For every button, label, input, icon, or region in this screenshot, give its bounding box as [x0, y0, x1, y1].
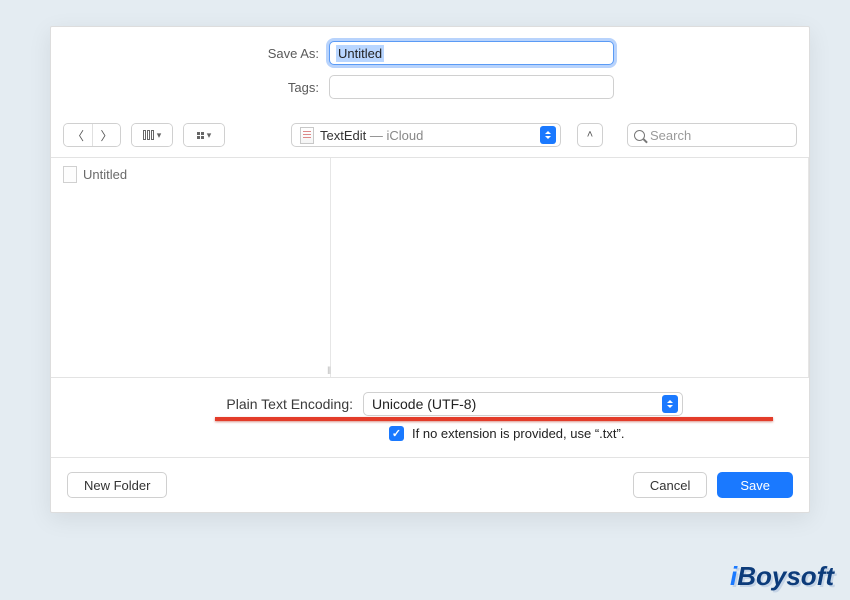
watermark-logo: iBoysoft: [730, 561, 834, 592]
extension-checkbox[interactable]: ✓: [389, 426, 404, 441]
save-as-value: Untitled: [336, 45, 384, 62]
save-button[interactable]: Save: [717, 472, 793, 498]
textedit-app-icon: [300, 127, 314, 144]
view-mode-button[interactable]: ▾: [131, 123, 173, 147]
search-input[interactable]: Search: [627, 123, 797, 147]
collapse-button[interactable]: ˄: [577, 123, 603, 147]
chevron-up-icon: ˄: [587, 129, 593, 141]
browser-column-2[interactable]: [331, 158, 809, 377]
search-icon: [634, 130, 645, 141]
new-folder-button[interactable]: New Folder: [67, 472, 167, 498]
tags-label: Tags:: [51, 80, 329, 95]
extension-label: If no extension is provided, use “.txt”.: [412, 426, 624, 441]
encoding-popup[interactable]: Unicode (UTF-8): [363, 392, 683, 416]
chevron-down-icon: ▾: [157, 130, 162, 141]
tags-input[interactable]: [329, 75, 614, 99]
file-browser: Untitled ‖: [51, 157, 809, 377]
list-item[interactable]: Untitled: [59, 164, 322, 185]
nav-back-forward: 〈 〉: [63, 123, 121, 147]
forward-button[interactable]: 〉: [92, 124, 120, 146]
browser-column-1[interactable]: Untitled: [51, 158, 331, 377]
save-as-label: Save As:: [51, 46, 329, 61]
encoding-label: Plain Text Encoding:: [51, 396, 363, 412]
back-button[interactable]: 〈: [64, 124, 92, 146]
annotation-underline: [215, 417, 773, 421]
group-by-button[interactable]: ▾: [183, 123, 225, 147]
search-placeholder: Search: [650, 128, 691, 143]
location-text: TextEdit — iCloud: [320, 128, 534, 143]
toolbar: 〈 〉 ▾ ▾: [51, 117, 809, 157]
top-fields: Save As: Untitled Tags:: [51, 27, 809, 117]
encoding-value: Unicode (UTF-8): [372, 396, 476, 412]
columns-icon: [143, 130, 154, 140]
popup-stepper-icon: [540, 126, 556, 144]
options-section: Plain Text Encoding: Unicode (UTF-8) ✓ I…: [51, 377, 809, 457]
cancel-button[interactable]: Cancel: [633, 472, 707, 498]
grid-icon: [197, 132, 204, 139]
document-icon: [63, 166, 77, 183]
footer: New Folder Cancel Save: [51, 457, 809, 512]
file-name: Untitled: [83, 167, 127, 182]
chevron-down-icon: ▾: [207, 130, 212, 141]
chevron-right-icon: 〉: [100, 127, 112, 144]
save-dialog: Save As: Untitled Tags: 〈 〉 ▾: [50, 26, 810, 513]
popup-stepper-icon: [662, 395, 678, 413]
location-popup[interactable]: TextEdit — iCloud: [291, 123, 561, 147]
column-resize-handle[interactable]: ‖: [327, 366, 333, 377]
chevron-left-icon: 〈: [72, 127, 84, 144]
save-as-input[interactable]: Untitled: [329, 41, 614, 65]
